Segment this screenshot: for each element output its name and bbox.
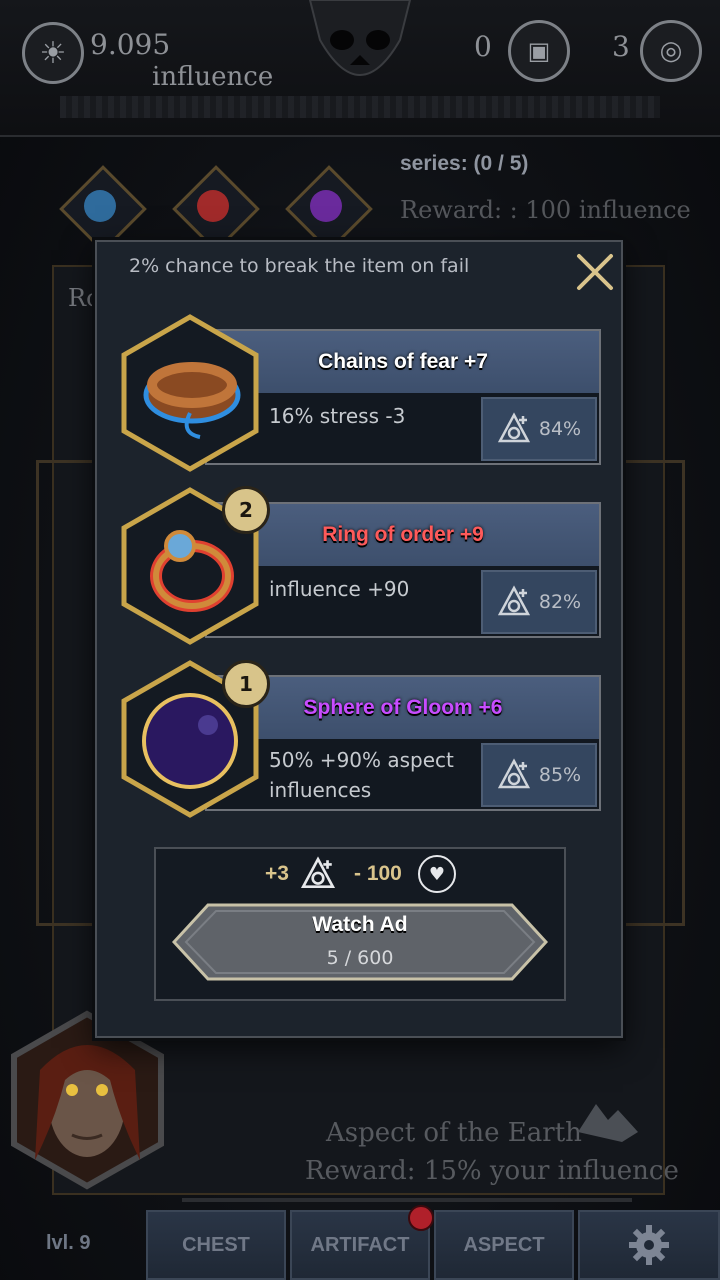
nav-divider (182, 1198, 632, 1202)
watch-ad-label: Watch Ad (312, 913, 408, 936)
aspect-diamond-void[interactable] (285, 165, 373, 253)
cost-plus: +3 (265, 862, 289, 885)
aspect-count: 3 (612, 30, 630, 63)
nav-chest-button[interactable]: CHEST (146, 1210, 286, 1280)
item-description: 50% +90% aspect influences (269, 748, 454, 802)
success-chance: 84% (538, 418, 582, 440)
left-hex-frame (36, 460, 103, 926)
item-description: 16% stress -3 (269, 404, 406, 428)
success-chance: 82% (538, 591, 582, 613)
item-name: Chains of fear +7 (207, 331, 599, 393)
success-chance-box: 84% (481, 397, 597, 461)
watch-ad-progress: 5 / 600 (326, 947, 394, 969)
item-badge: 1 (222, 660, 270, 708)
chest-count: 0 (474, 30, 492, 63)
eye-plus-icon (497, 758, 530, 789)
right-hex-frame (620, 460, 685, 926)
aspect-diamond-sun[interactable] (172, 165, 260, 253)
heart-icon: ♥ (418, 855, 456, 893)
close-icon (577, 254, 613, 290)
close-button[interactable] (573, 250, 617, 294)
cost-minus: - 100 (354, 862, 402, 885)
success-chance-box: 85% (481, 743, 597, 807)
series-label: series: (0 / 5) (400, 152, 529, 175)
influence-label: influence (152, 62, 274, 92)
settings-button[interactable] (578, 1210, 720, 1280)
influence-value: 9.095 (90, 28, 171, 61)
treasure-chest-icon[interactable]: ▣ (508, 20, 570, 82)
level-label: lvl. 9 (46, 1232, 91, 1254)
break-chance-note: 2% chance to break the item on fail (129, 255, 470, 277)
watch-ad-button[interactable]: Watch Ad 5 / 600 (172, 903, 548, 981)
item-description: influence +90 (269, 577, 410, 601)
success-chance: 85% (538, 764, 582, 786)
success-chance-box: 82% (481, 570, 597, 634)
aspect-reward: Reward: 15% your influence (305, 1156, 679, 1186)
sun-icon[interactable]: ☀ (22, 22, 84, 84)
series-reward: Reward: : 100 influence (400, 196, 691, 224)
chains-icon[interactable] (120, 313, 260, 473)
aspect-diamond-heart[interactable] (59, 165, 147, 253)
eye-plus-icon (497, 585, 530, 616)
eye-plus-icon (300, 856, 336, 889)
gear-icon (629, 1225, 669, 1265)
eye-plus-icon[interactable]: ◎ (640, 20, 702, 82)
item-row[interactable]: Chains of fear +7 16% stress -3 84% (205, 329, 601, 465)
skull-ornament (300, 0, 420, 100)
item-badge: 2 (222, 486, 270, 534)
earth-icon (578, 1098, 638, 1142)
nav-aspect-button[interactable]: ASPECT (434, 1210, 574, 1280)
eye-plus-icon (497, 412, 530, 443)
aspect-title: Aspect of the Earth (326, 1118, 582, 1148)
notification-dot (408, 1205, 434, 1231)
